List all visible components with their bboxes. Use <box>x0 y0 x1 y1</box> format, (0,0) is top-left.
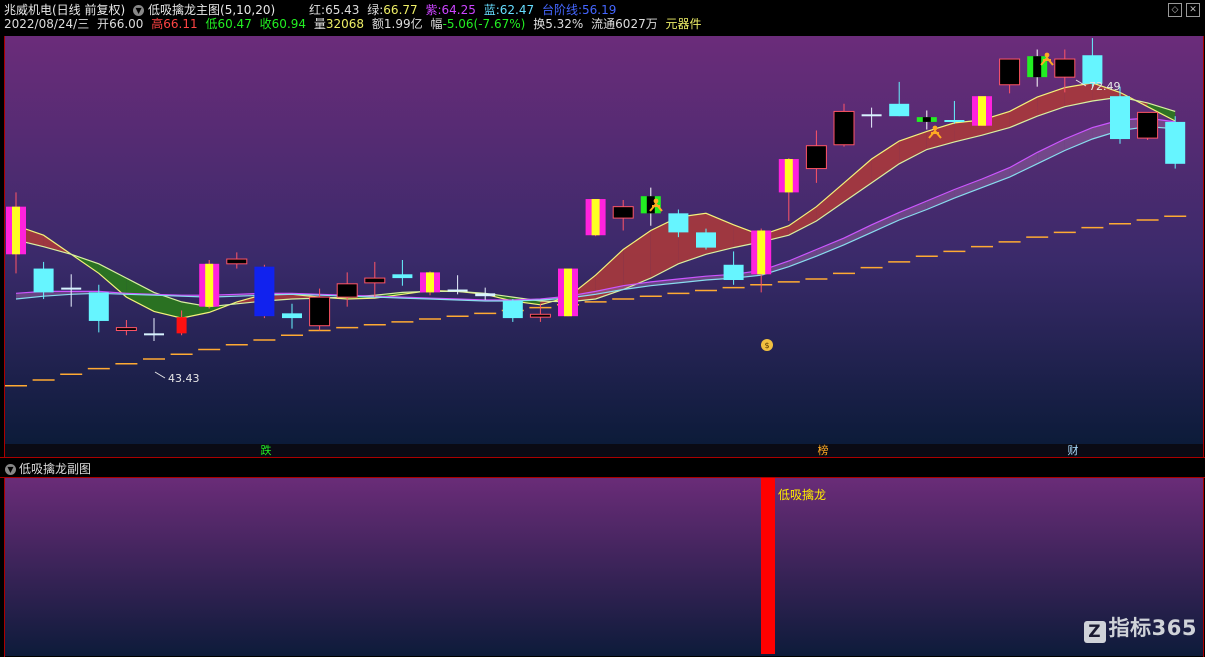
candle <box>558 268 578 317</box>
candle-body <box>612 206 634 219</box>
date: 2022/08/24/三 <box>4 17 90 31</box>
candle-body <box>282 313 302 319</box>
candle-body <box>833 110 855 146</box>
candle-body <box>61 287 82 290</box>
subchart-title: 低吸擒龙副图 <box>19 462 92 476</box>
candle-body <box>33 268 54 293</box>
amount-value: 1.99亿 <box>383 17 423 31</box>
candle <box>254 264 275 319</box>
candle-body <box>336 283 358 298</box>
close-label: 收 <box>259 17 272 31</box>
low-label: 低 <box>205 17 218 31</box>
candle-body <box>889 103 910 117</box>
candle-body <box>723 264 744 280</box>
subchart-header: ▼ 低吸擒龙副图 <box>0 457 1205 478</box>
brand-watermark: Z 指标365 <box>1083 612 1197 643</box>
candle-body <box>805 145 827 170</box>
subchart-signal-bar <box>761 478 775 654</box>
candle-body <box>144 333 164 336</box>
float-label: 流通 <box>591 17 616 31</box>
candle-body <box>254 266 275 317</box>
high-label: 高 <box>151 17 164 31</box>
candle-body-stripe <box>784 159 793 193</box>
header-row-2: 2022/08/24/三 开66.00 高66.11 低60.47 收60.94… <box>4 15 706 32</box>
float-value: 6027万 <box>615 17 658 31</box>
main-chart-svg[interactable]: 43.43 72.49 $ 跌 榜 财 低吸擒龙 <box>0 0 1205 657</box>
candle-body <box>696 232 716 248</box>
candle-body <box>668 213 689 233</box>
candle-body-stripe <box>12 206 20 255</box>
candle-body-stripe <box>978 96 986 126</box>
svg-text:$: $ <box>764 341 769 350</box>
subchart-title-wrap[interactable]: ▼ 低吸擒龙副图 <box>5 460 91 477</box>
candle-body <box>861 114 882 117</box>
candle-body-stripe <box>426 272 434 293</box>
bottom-mark-bang: 榜 <box>818 443 829 457</box>
bottom-mark-cai: 财 <box>1068 443 1079 457</box>
candle-body <box>1137 111 1159 139</box>
bottom-mark-die: 跌 <box>261 443 272 457</box>
candle-body-stripe <box>591 199 600 236</box>
header-bar: 兆威机电(日线 前复权) ▼ 低吸擒龙主图(5,10,20) 红:65.43 绿:… <box>0 0 1205 32</box>
candle-body-stripe <box>564 268 572 317</box>
candle-body <box>115 327 137 331</box>
candle-body-stripe <box>757 230 766 275</box>
candle-body <box>502 300 523 319</box>
candle <box>1137 111 1159 140</box>
volume-label: 量 <box>313 17 326 31</box>
amount-label: 额 <box>371 17 384 31</box>
candle-body <box>999 58 1021 86</box>
brand-logo-icon: Z <box>1083 621 1106 643</box>
close-value: 60.94 <box>271 17 307 31</box>
low-price-label: 43.43 <box>168 372 200 385</box>
open-value: 66.00 <box>109 17 144 31</box>
sub-chart-background <box>5 478 1203 656</box>
candle <box>585 199 606 237</box>
close-window-icon[interactable]: ✕ <box>1186 3 1200 17</box>
candle-body <box>475 293 496 297</box>
candle <box>1165 116 1186 169</box>
collapse-icon[interactable]: ▼ <box>5 464 16 475</box>
change-label: 幅 <box>430 17 443 31</box>
candle-body-stripe <box>205 263 214 307</box>
turnover-value: 5.32% <box>545 17 584 31</box>
candle-body <box>226 258 248 265</box>
candle-body-stripe <box>922 117 931 122</box>
candle-body <box>309 296 331 327</box>
candle-body-stripe <box>1033 56 1042 78</box>
candle-body <box>529 313 551 318</box>
candle-body <box>88 292 109 321</box>
change-value: -5.06(-7.67%) <box>442 17 526 31</box>
low-value: 60.47 <box>217 17 252 31</box>
brand-name: 指标365 <box>1108 616 1197 640</box>
candle-body <box>392 274 413 279</box>
candle-body <box>1110 96 1130 140</box>
volume-value: 32068 <box>325 17 365 31</box>
date-strip <box>5 444 1203 457</box>
sector: 元器件 <box>665 17 702 31</box>
candle-body <box>176 317 187 334</box>
candle <box>420 271 440 296</box>
open-label: 开 <box>97 17 110 31</box>
restore-window-icon[interactable]: ◇ <box>1168 3 1182 17</box>
high-value: 66.11 <box>163 17 198 31</box>
money-bag-icon: $ <box>761 339 773 351</box>
candle-body <box>364 277 386 284</box>
candle-body <box>447 289 468 292</box>
candle <box>199 260 220 309</box>
candle-body <box>944 120 965 122</box>
subchart-signal-label: 低吸擒龙 <box>778 487 826 502</box>
high-price-label: 72.49 <box>1089 80 1121 93</box>
candle-body <box>1165 121 1186 164</box>
turnover-label: 换 <box>533 17 546 31</box>
candle-body <box>1054 58 1076 78</box>
candle <box>972 96 992 126</box>
